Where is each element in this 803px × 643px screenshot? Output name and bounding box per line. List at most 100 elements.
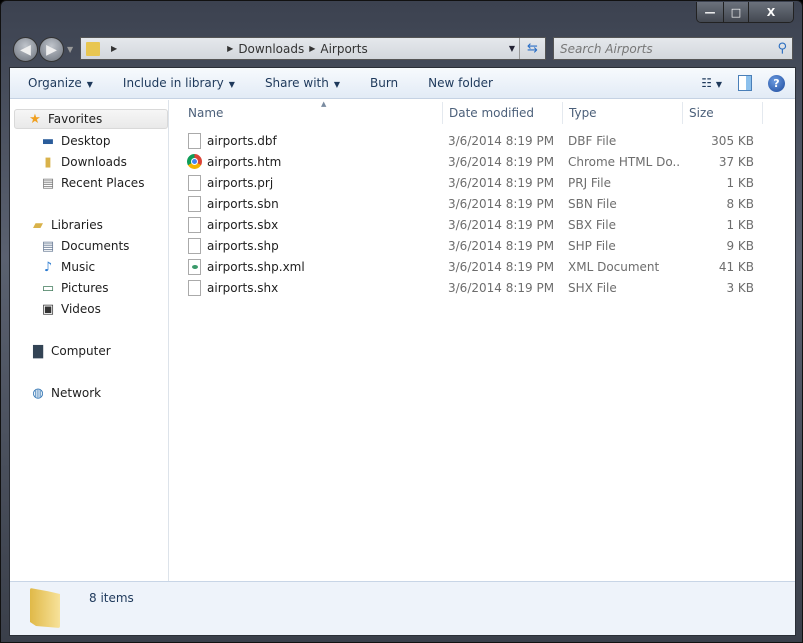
nav-label: Documents [61, 239, 130, 253]
search-icon[interactable]: ⚲ [777, 41, 787, 56]
file-name-cell: airports.sbn [188, 195, 279, 212]
nav-label: Pictures [61, 281, 109, 295]
file-type: XML Document [568, 259, 660, 274]
burn-button[interactable]: Burn [370, 76, 398, 90]
column-label: Type [569, 106, 597, 120]
pictures-icon: ▭ [41, 280, 55, 296]
file-date: 3/6/2014 8:19 PM [448, 133, 555, 148]
organize-label: Organize [28, 76, 82, 90]
recent-places-icon: ▤ [41, 175, 55, 191]
breadcrumb-airports[interactable]: Airports [320, 42, 367, 56]
file-type: SBN File [568, 196, 617, 211]
column-label: Date modified [449, 106, 535, 120]
nav-label: Favorites [48, 112, 103, 126]
search-input[interactable]: Search Airports ⚲ [553, 37, 793, 60]
file-date: 3/6/2014 8:19 PM [448, 196, 555, 211]
close-button[interactable]: X [748, 2, 793, 22]
nav-network[interactable]: ◍ Network [30, 383, 101, 403]
column-header-date[interactable]: Date modified [443, 102, 563, 124]
breadcrumb-downloads[interactable]: Downloads [238, 42, 304, 56]
address-bar[interactable]: ▶ ▶ Downloads ▶ Airports ▼ ⇆ [80, 37, 546, 60]
file-size: 8 KB [726, 196, 754, 211]
file-row[interactable]: airports.sbn 3/6/2014 8:19 PM SBN File 8… [170, 193, 770, 214]
nav-music[interactable]: ♪ Music [40, 257, 95, 277]
file-list: Name ▲ Date modified Type Size airports.d… [170, 100, 795, 582]
breadcrumb-arrow-icon[interactable]: ▶ [227, 44, 233, 53]
column-header-size[interactable]: Size [683, 102, 763, 124]
nav-videos[interactable]: ▣ Videos [40, 299, 101, 319]
folder-icon [30, 588, 60, 628]
file-row[interactable]: airports.shp.xml 3/6/2014 8:19 PM XML Do… [170, 256, 770, 277]
downloads-folder-icon: ▮ [44, 154, 52, 170]
include-label: Include in library [122, 76, 224, 90]
nav-computer[interactable]: ▇ Computer [30, 341, 111, 361]
file-icon [188, 195, 201, 212]
desktop-icon: ▬ [41, 133, 55, 149]
nav-label: Downloads [61, 155, 127, 169]
file-row[interactable]: airports.shp 3/6/2014 8:19 PM SHP File 9… [170, 235, 770, 256]
file-date: 3/6/2014 8:19 PM [448, 238, 555, 253]
view-options-button[interactable]: ☷ ▼ [701, 76, 722, 90]
help-button[interactable]: ? [768, 74, 785, 92]
navigation-buttons: ◀ ▶ ▼ [13, 37, 73, 62]
file-type: SHX File [568, 280, 617, 295]
maximize-button[interactable]: □ [723, 2, 748, 22]
chrome-icon [187, 154, 202, 169]
organize-button[interactable]: Organize ▼ [28, 76, 93, 90]
file-size: 41 KB [718, 259, 754, 274]
file-name: airports.shx [207, 280, 279, 295]
file-type: SBX File [568, 217, 616, 232]
folder-icon [86, 41, 100, 56]
file-icon [188, 216, 201, 233]
forward-button[interactable]: ▶ [39, 37, 64, 62]
nav-documents[interactable]: ▤ Documents [40, 236, 130, 256]
file-type: DBF File [568, 133, 617, 148]
videos-icon: ▣ [41, 301, 55, 317]
file-row[interactable]: airports.dbf 3/6/2014 8:19 PM DBF File 3… [170, 130, 770, 151]
share-with-button[interactable]: Share with ▼ [265, 76, 340, 90]
preview-pane-button[interactable] [738, 75, 752, 91]
file-size: 37 KB [718, 154, 754, 169]
nav-libraries[interactable]: ▰ Libraries [30, 215, 103, 235]
nav-label: Libraries [51, 218, 103, 232]
refresh-icon[interactable]: ⇆ [519, 38, 545, 59]
file-row[interactable]: airports.shx 3/6/2014 8:19 PM SHX File 3… [170, 277, 770, 298]
file-name: airports.sbx [207, 217, 279, 232]
nav-desktop[interactable]: ▬ Desktop [40, 131, 111, 151]
file-size: 1 KB [726, 175, 754, 190]
navigation-pane: ★ Favorites ▬ Desktop ▮ Downloads ▤ Recent P… [10, 100, 169, 582]
file-name: airports.shp.xml [207, 259, 305, 274]
file-date: 3/6/2014 8:19 PM [448, 175, 555, 190]
file-size: 9 KB [726, 238, 754, 253]
music-icon: ♪ [43, 259, 53, 275]
file-row[interactable]: airports.sbx 3/6/2014 8:19 PM SBX File 1… [170, 214, 770, 235]
file-icon [188, 237, 201, 254]
recent-pages-dropdown[interactable]: ▼ [67, 45, 73, 54]
nav-favorites[interactable]: ★ Favorites [14, 109, 168, 129]
nav-recent-places[interactable]: ▤ Recent Places [40, 173, 145, 193]
breadcrumb-arrow-icon[interactable]: ▶ [111, 44, 117, 53]
breadcrumb-arrow-icon[interactable]: ▶ [309, 44, 315, 53]
file-date: 3/6/2014 8:19 PM [448, 154, 555, 169]
new-folder-button[interactable]: New folder [428, 76, 493, 90]
file-name-cell: airports.dbf [188, 132, 277, 149]
xml-file-icon [188, 258, 201, 275]
file-name-cell: airports.shp.xml [188, 258, 305, 275]
column-header-name[interactable]: Name ▲ [182, 100, 443, 124]
column-header-type[interactable]: Type [563, 102, 683, 124]
computer-icon: ▇ [33, 343, 43, 359]
file-row[interactable]: airports.prj 3/6/2014 8:19 PM PRJ File 1… [170, 172, 770, 193]
file-name-cell: airports.htm [187, 154, 281, 169]
minimize-button[interactable]: — [697, 2, 723, 22]
file-row[interactable]: airports.htm 3/6/2014 8:19 PM Chrome HTM… [170, 151, 770, 172]
file-icon [188, 279, 201, 296]
file-size: 1 KB [726, 217, 754, 232]
nav-downloads[interactable]: ▮ Downloads [40, 152, 127, 172]
nav-label: Desktop [61, 134, 111, 148]
nav-pictures[interactable]: ▭ Pictures [40, 278, 109, 298]
command-bar: Organize ▼ Include in library ▼ Share with… [10, 68, 795, 99]
back-button[interactable]: ◀ [13, 37, 38, 62]
sort-ascending-icon: ▲ [321, 100, 327, 108]
address-dropdown-icon[interactable]: ▼ [509, 44, 515, 53]
include-in-library-button[interactable]: Include in library ▼ [123, 76, 235, 90]
